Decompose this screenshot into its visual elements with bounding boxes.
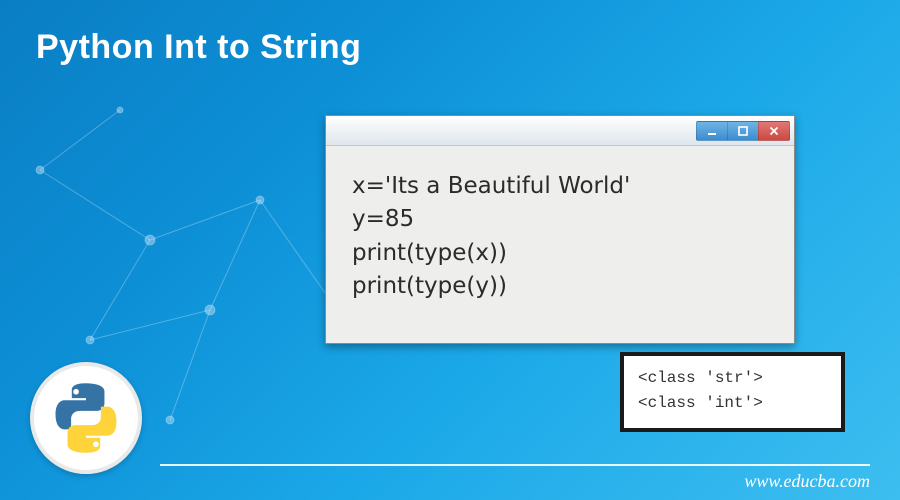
python-logo-icon (47, 379, 125, 457)
maximize-button[interactable] (727, 121, 759, 141)
minimize-icon (706, 125, 718, 137)
python-logo (30, 362, 142, 474)
footer-url: www.educba.com (744, 471, 870, 492)
code-line: y=85 (352, 206, 414, 232)
code-line: print(type(y)) (352, 273, 507, 299)
output-line: <class 'int'> (638, 394, 763, 412)
window-titlebar (326, 116, 794, 146)
code-line: x='Its a Beautiful World' (352, 173, 630, 199)
minimize-button[interactable] (696, 121, 728, 141)
maximize-icon (737, 125, 749, 137)
output-box: <class 'str'> <class 'int'> (620, 352, 845, 432)
code-body: x='Its a Beautiful World' y=85 print(typ… (326, 146, 794, 343)
output-line: <class 'str'> (638, 369, 763, 387)
code-line: print(type(x)) (352, 240, 507, 266)
close-icon (768, 125, 780, 137)
close-button[interactable] (758, 121, 790, 141)
footer-divider (160, 464, 870, 466)
code-window: x='Its a Beautiful World' y=85 print(typ… (325, 115, 795, 344)
page-title: Python Int to String (36, 28, 361, 67)
